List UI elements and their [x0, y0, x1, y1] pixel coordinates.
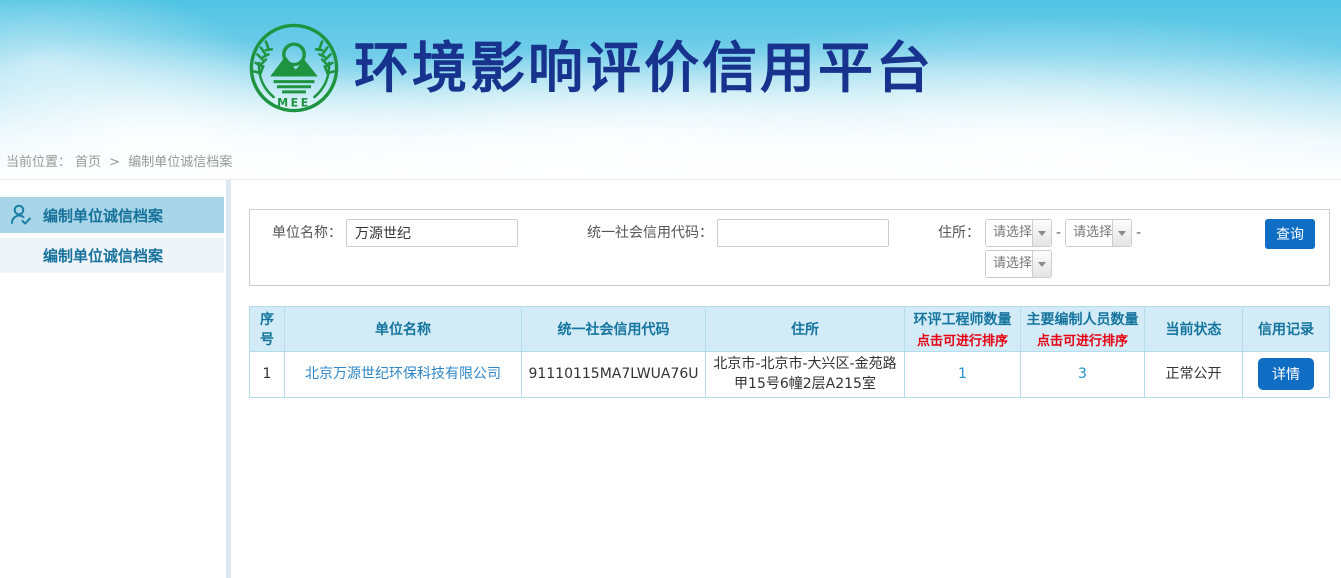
logo-mee-text: MEE [277, 96, 311, 109]
unit-name-link[interactable]: 北京万源世纪环保科技有限公司 [305, 366, 501, 382]
address-selects: 请选择 - 请选择 - 请选择 [985, 219, 1145, 278]
col-header-status: 当前状态 [1145, 307, 1243, 352]
credit-code-label: 统一社会信用代码： [587, 219, 713, 247]
user-check-icon [8, 202, 34, 228]
results-table: 序号 单位名称 统一社会信用代码 住所 环评工程师数量 点击可进行排序 主要编制… [249, 306, 1330, 398]
address-label: 住所： [938, 219, 980, 278]
engineer-count-link[interactable]: 1 [958, 366, 967, 382]
breadcrumb-home-link[interactable]: 首页 [75, 155, 101, 170]
city-select-value: 请选择 [1066, 220, 1112, 246]
province-select[interactable]: 请选择 [985, 219, 1052, 247]
col-header-unit-name: 单位名称 [285, 307, 522, 352]
detail-button[interactable]: 详情 [1258, 358, 1314, 390]
site-title: 环境影响评价信用平台 [354, 22, 934, 114]
sidebar: 编制单位诚信档案 编制单位诚信档案 [0, 180, 224, 578]
breadcrumb-prefix: 当前位置： [6, 155, 71, 170]
cell-address: 北京市-北京市-大兴区-金苑路甲15号6幢2层A215室 [706, 352, 905, 398]
sidebar-subitem-label: 编制单位诚信档案 [43, 245, 163, 266]
query-button[interactable]: 查询 [1265, 219, 1315, 249]
page-body: 编制单位诚信档案 编制单位诚信档案 单位名称： 统一社会信用代码： 住所： 请选… [0, 180, 1341, 578]
sidebar-subitem-unit-credit-archive[interactable]: 编制单位诚信档案 [0, 238, 224, 273]
sidebar-item-unit-credit-archive[interactable]: 编制单位诚信档案 [0, 197, 224, 233]
district-select-value: 请选择 [986, 251, 1032, 277]
district-select[interactable]: 请选择 [985, 250, 1052, 278]
address-dash: - [1136, 225, 1141, 241]
main-content: 单位名称： 统一社会信用代码： 住所： 请选择 - 请选择 [231, 180, 1341, 578]
chevron-down-icon[interactable] [1112, 220, 1131, 246]
breadcrumb-current: 编制单位诚信档案 [128, 155, 232, 170]
unit-name-input[interactable] [346, 219, 518, 247]
staff-count-link[interactable]: 3 [1078, 366, 1087, 382]
col-header-index: 序号 [250, 307, 285, 352]
province-select-value: 请选择 [986, 220, 1032, 246]
cell-index: 1 [250, 352, 285, 398]
brand: MEE 环境影响评价信用平台 [248, 22, 934, 114]
sort-hint[interactable]: 点击可进行排序 [909, 330, 1016, 349]
col-header-engineer-count-sortable[interactable]: 环评工程师数量 点击可进行排序 [905, 307, 1021, 352]
site-header: MEE 环境影响评价信用平台 当前位置： 首页 > 编制单位诚信档案 [0, 0, 1341, 180]
table-header-row: 序号 单位名称 统一社会信用代码 住所 环评工程师数量 点击可进行排序 主要编制… [250, 307, 1330, 352]
credit-code-input[interactable] [717, 219, 889, 247]
breadcrumb-separator: > [109, 155, 120, 170]
sort-hint[interactable]: 点击可进行排序 [1025, 330, 1140, 349]
col-header-engineer-count-label: 环评工程师数量 [914, 312, 1012, 328]
cell-status: 正常公开 [1145, 352, 1243, 398]
chevron-down-icon[interactable] [1032, 251, 1051, 277]
unit-name-label: 单位名称： [272, 219, 342, 247]
col-header-credit-record: 信用记录 [1243, 307, 1330, 352]
cell-credit-code: 91110115MA7LWUA76U [522, 352, 706, 398]
col-header-staff-count-sortable[interactable]: 主要编制人员数量 点击可进行排序 [1021, 307, 1145, 352]
table-row: 1 北京万源世纪环保科技有限公司 91110115MA7LWUA76U 北京市-… [250, 352, 1330, 398]
address-dash: - [1056, 225, 1061, 241]
breadcrumb: 当前位置： 首页 > 编制单位诚信档案 [6, 151, 236, 170]
city-select[interactable]: 请选择 [1065, 219, 1132, 247]
mee-logo-icon: MEE [248, 22, 340, 114]
sidebar-item-label: 编制单位诚信档案 [43, 205, 163, 226]
col-header-credit-code: 统一社会信用代码 [522, 307, 706, 352]
col-header-address: 住所 [706, 307, 905, 352]
search-panel: 单位名称： 统一社会信用代码： 住所： 请选择 - 请选择 [249, 209, 1330, 286]
col-header-staff-count-label: 主要编制人员数量 [1027, 312, 1139, 328]
chevron-down-icon[interactable] [1032, 220, 1051, 246]
